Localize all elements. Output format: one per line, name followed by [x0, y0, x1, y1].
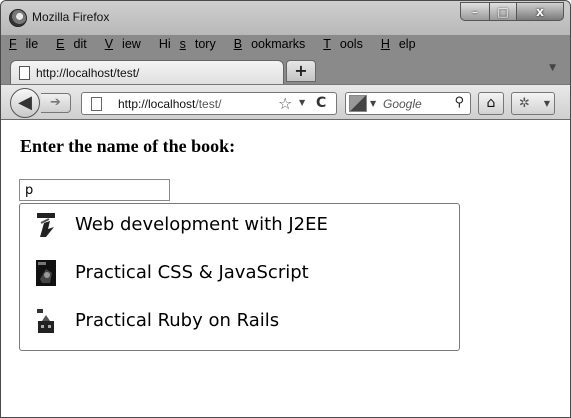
reload-button[interactable]: C: [316, 95, 326, 111]
suggestion-label: Web development with J2EE: [75, 214, 328, 235]
menu-file[interactable]: File: [9, 37, 47, 55]
suggestion-item[interactable]: Web development with J2EE: [34, 209, 434, 241]
forward-button[interactable]: ➔: [41, 93, 71, 113]
tab-label: http://localhost/test/: [36, 66, 140, 80]
title-bar: Mozilla Firefox – □ x: [1, 1, 570, 35]
new-tab-button[interactable]: +: [286, 60, 316, 82]
book-cover-css-icon: [36, 260, 56, 286]
tab-localhost-test[interactable]: http://localhost/test/: [10, 60, 284, 86]
autocomplete-list: Web development with J2EE Practical CSS …: [19, 203, 460, 351]
suggestion-item[interactable]: Practical CSS & JavaScript: [34, 257, 434, 289]
window-title: Mozilla Firefox: [32, 10, 110, 24]
search-input[interactable]: Google: [383, 97, 422, 111]
suggestion-item[interactable]: Practical Ruby on Rails: [34, 305, 434, 337]
navigation-toolbar: ◀ ➔ http://localhost/test/ ☆ ▼ C ▼ Googl…: [1, 84, 570, 120]
bookmark-star-icon[interactable]: ☆: [278, 94, 292, 113]
page-content: Enter the name of the book: Web developm…: [1, 120, 570, 417]
search-engine-icon[interactable]: [349, 95, 367, 112]
addon-button[interactable]: ✲ ▼: [511, 92, 555, 115]
addon-chevron-icon[interactable]: ▼: [544, 99, 550, 108]
search-bar[interactable]: ▼ Google ⚲: [345, 92, 471, 115]
page-icon: [91, 97, 102, 111]
minimize-button[interactable]: –: [460, 2, 489, 21]
menu-history[interactable]: Hi s tory: [159, 37, 225, 55]
maximize-button[interactable]: □: [489, 2, 516, 21]
page-heading: Enter the name of the book:: [20, 136, 236, 156]
back-button[interactable]: ◀: [10, 88, 40, 118]
suggestion-label: Practical Ruby on Rails: [75, 310, 280, 331]
tab-strip: http://localhost/test/ + ▼: [1, 55, 570, 86]
url-bar[interactable]: http://localhost/test/ ☆ ▼ C: [81, 92, 337, 115]
menu-view[interactable]: View: [105, 37, 150, 55]
home-button[interactable]: ⌂: [478, 92, 504, 115]
url-history-chevron-icon[interactable]: ▼: [299, 98, 305, 107]
window-controls: – □ x: [460, 2, 564, 22]
addon-bug-icon: ✲: [519, 96, 530, 111]
menu-bookmarks[interactable]: Bookmarks: [234, 37, 315, 55]
url-text: http://localhost/test/: [118, 97, 222, 111]
menu-tools[interactable]: Tools: [323, 37, 372, 55]
menu-help[interactable]: Help: [381, 37, 425, 55]
book-cover-rails-icon: [36, 308, 56, 334]
menu-edit[interactable]: Edit: [56, 37, 96, 55]
book-name-input[interactable]: [19, 179, 170, 201]
search-icon[interactable]: ⚲: [454, 95, 464, 110]
book-cover-j2ee-icon: [36, 212, 56, 238]
suggestion-label: Practical CSS & JavaScript: [75, 262, 309, 283]
tab-list-chevron-icon[interactable]: ▼: [549, 63, 556, 73]
close-button[interactable]: x: [516, 2, 564, 21]
menu-bar: File Edit View Hi s tory Bookmarks Tools H…: [9, 37, 434, 55]
browser-window: Mozilla Firefox – □ x File Edit View Hi s…: [0, 0, 571, 418]
page-icon: [19, 66, 30, 80]
firefox-logo-icon: [9, 9, 27, 27]
search-engine-chevron-icon[interactable]: ▼: [370, 99, 376, 108]
